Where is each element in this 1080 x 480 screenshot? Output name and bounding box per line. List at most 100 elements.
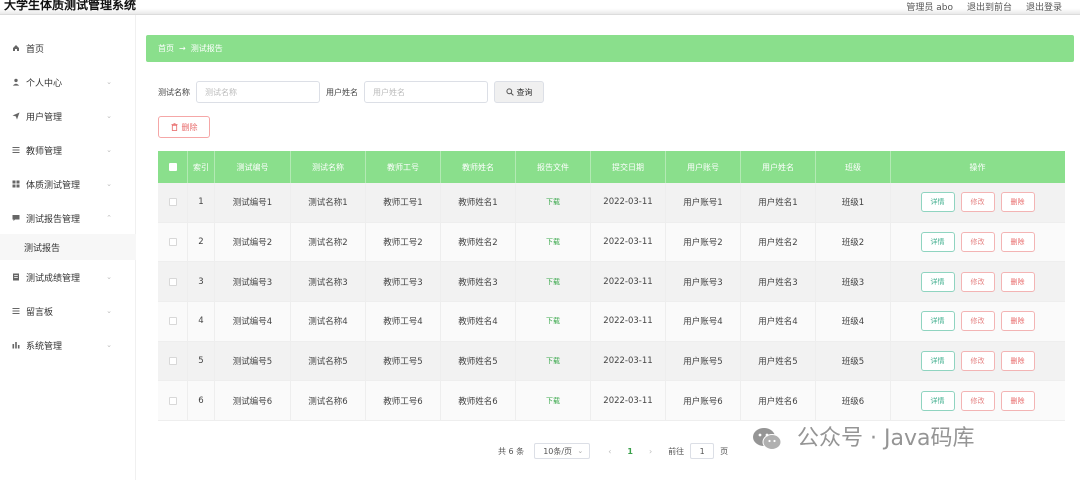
main-content: 首页 → 测试报告 测试名称 测试名称 用户姓名 用户姓名 查询 删除 索引 测… — [136, 15, 1080, 480]
header-teacher-name: 教师姓名 — [441, 151, 516, 183]
delete-button[interactable]: 删除 — [1000, 390, 1035, 411]
header-class: 班级 — [816, 151, 891, 183]
header-teacher-id: 教师工号 — [366, 151, 441, 183]
delete-button[interactable]: 删除 — [1000, 351, 1035, 372]
user-name-input[interactable]: 用户姓名 — [364, 81, 488, 103]
breadcrumb-separator: → — [179, 44, 186, 53]
page-size-select[interactable]: 10条/页 ⌄ — [534, 443, 591, 459]
test-name-input[interactable]: 测试名称 — [196, 81, 320, 103]
detail-button[interactable]: 详情 — [920, 351, 955, 372]
table-row: 1 测试编号1 测试名称1 教师工号1 教师姓名1 下载 2022-03-11 用户账号1 用户… — [158, 183, 1065, 223]
chevron-up-icon: ⌃ — [106, 214, 112, 222]
breadcrumb-current: 测试报告 — [190, 44, 223, 53]
detail-button[interactable]: 详情 — [920, 390, 955, 411]
grid-icon — [12, 180, 20, 188]
row-checkbox[interactable] — [168, 238, 177, 247]
wechat-icon — [752, 426, 782, 452]
send-icon — [12, 112, 20, 120]
back-to-front-link[interactable]: 退出到前台 — [967, 0, 1012, 13]
row-checkbox[interactable] — [168, 198, 177, 207]
detail-button[interactable]: 详情 — [920, 271, 955, 292]
sidebar-subitem-test-report[interactable]: 测试报告 — [0, 234, 136, 260]
cell-tid: 教师工号2 — [366, 222, 441, 262]
sidebar-item-profile[interactable]: 个人中心 ⌄ — [0, 65, 136, 99]
cell-name: 测试名称6 — [291, 381, 366, 421]
sidebar: 首页 个人中心 ⌄ 用户管理 ⌄ 教师管理 ⌄ 体质测试管理 ⌄ 测试报告管理 … — [0, 15, 136, 480]
sidebar-item-score-management[interactable]: 测试成绩管理 ⌄ — [0, 260, 136, 294]
sidebar-item-home[interactable]: 首页 — [0, 31, 136, 65]
top-links: 管理员 abo 退出到前台 退出登录 — [906, 0, 1062, 13]
row-checkbox[interactable] — [168, 357, 177, 366]
edit-button[interactable]: 修改 — [960, 311, 995, 332]
cell-date: 2022-03-11 — [591, 262, 666, 302]
sidebar-item-system-management[interactable]: 系统管理 ⌄ — [0, 328, 136, 362]
download-link[interactable]: 下载 — [516, 341, 591, 381]
cell-uname: 用户姓名2 — [741, 222, 816, 262]
download-link[interactable]: 下载 — [516, 381, 591, 421]
download-link[interactable]: 下载 — [516, 183, 591, 222]
logout-link[interactable]: 退出登录 — [1026, 0, 1062, 13]
query-button-label: 查询 — [516, 87, 533, 97]
cell-idx: 2 — [188, 222, 215, 262]
cell-date: 2022-03-11 — [591, 183, 666, 222]
user-icon — [12, 78, 20, 86]
detail-button[interactable]: 详情 — [920, 311, 955, 332]
cell-code: 测试编号4 — [215, 302, 291, 341]
sidebar-item-user-management[interactable]: 用户管理 ⌄ — [0, 99, 136, 133]
batch-delete-button[interactable]: 删除 — [158, 116, 210, 138]
header-test-name: 测试名称 — [291, 151, 366, 183]
delete-button[interactable]: 删除 — [1000, 192, 1035, 213]
search-bar: 测试名称 测试名称 用户姓名 用户姓名 查询 — [158, 81, 544, 103]
edit-button[interactable]: 修改 — [960, 232, 995, 253]
edit-button[interactable]: 修改 — [960, 390, 995, 411]
edit-button[interactable]: 修改 — [960, 351, 995, 372]
delete-button[interactable]: 删除 — [1000, 311, 1035, 332]
home-icon — [12, 44, 20, 52]
sidebar-item-message-board[interactable]: 留言板 ⌄ — [0, 294, 136, 328]
app-title: 大学生体质测试管理系统 — [4, 0, 137, 12]
doc-icon — [12, 273, 20, 281]
sidebar-item-report-management[interactable]: 测试报告管理 ⌃ — [0, 201, 136, 235]
page-number-current[interactable]: 1 — [627, 447, 633, 456]
prev-page-button[interactable]: ‹ — [608, 447, 611, 456]
cell-uacc: 用户账号2 — [666, 222, 741, 262]
select-all-checkbox[interactable] — [168, 163, 177, 171]
header-user-account: 用户账号 — [666, 151, 741, 183]
row-select-cell — [158, 381, 188, 421]
edit-button[interactable]: 修改 — [960, 192, 995, 213]
delete-button[interactable]: 删除 — [1000, 232, 1035, 253]
sidebar-item-label: 测试成绩管理 — [26, 273, 81, 284]
chevron-down-icon: ⌄ — [106, 146, 112, 154]
next-page-button[interactable]: › — [649, 447, 652, 456]
row-select-cell — [158, 183, 188, 222]
delete-button[interactable]: 删除 — [1000, 271, 1035, 292]
edit-button[interactable]: 修改 — [960, 271, 995, 292]
row-select-cell — [158, 341, 188, 381]
header-test-code: 测试编号 — [215, 151, 291, 183]
download-link[interactable]: 下载 — [516, 302, 591, 341]
query-button[interactable]: 查询 — [494, 81, 544, 103]
download-link[interactable]: 下载 — [516, 262, 591, 302]
cell-cls: 班级1 — [816, 183, 891, 222]
cell-cls: 班级2 — [816, 222, 891, 262]
report-table: 索引 测试编号 测试名称 教师工号 教师姓名 报告文件 提交日期 用户账号 用户… — [158, 151, 1065, 422]
breadcrumb-home[interactable]: 首页 — [158, 43, 174, 54]
row-checkbox[interactable] — [168, 277, 177, 286]
cell-uname: 用户姓名5 — [741, 341, 816, 381]
row-checkbox[interactable] — [168, 317, 177, 326]
row-actions: 详情 修改 删除 — [891, 381, 1064, 420]
goto-page-input[interactable]: 1 — [690, 443, 715, 459]
sidebar-item-teacher-management[interactable]: 教师管理 ⌄ — [0, 133, 136, 167]
download-link[interactable]: 下载 — [516, 222, 591, 262]
chat-icon — [12, 214, 20, 222]
row-checkbox[interactable] — [168, 396, 177, 405]
row-select-cell — [158, 262, 188, 302]
detail-button[interactable]: 详情 — [920, 232, 955, 253]
sidebar-item-fitness-test-management[interactable]: 体质测试管理 ⌄ — [0, 167, 136, 201]
detail-button[interactable]: 详情 — [920, 192, 955, 213]
cell-uacc: 用户账号1 — [666, 183, 741, 222]
cell-cls: 班级4 — [816, 302, 891, 341]
cell-tname: 教师姓名4 — [441, 302, 516, 341]
cell-cls: 班级5 — [816, 341, 891, 381]
cell-idx: 1 — [188, 183, 215, 222]
